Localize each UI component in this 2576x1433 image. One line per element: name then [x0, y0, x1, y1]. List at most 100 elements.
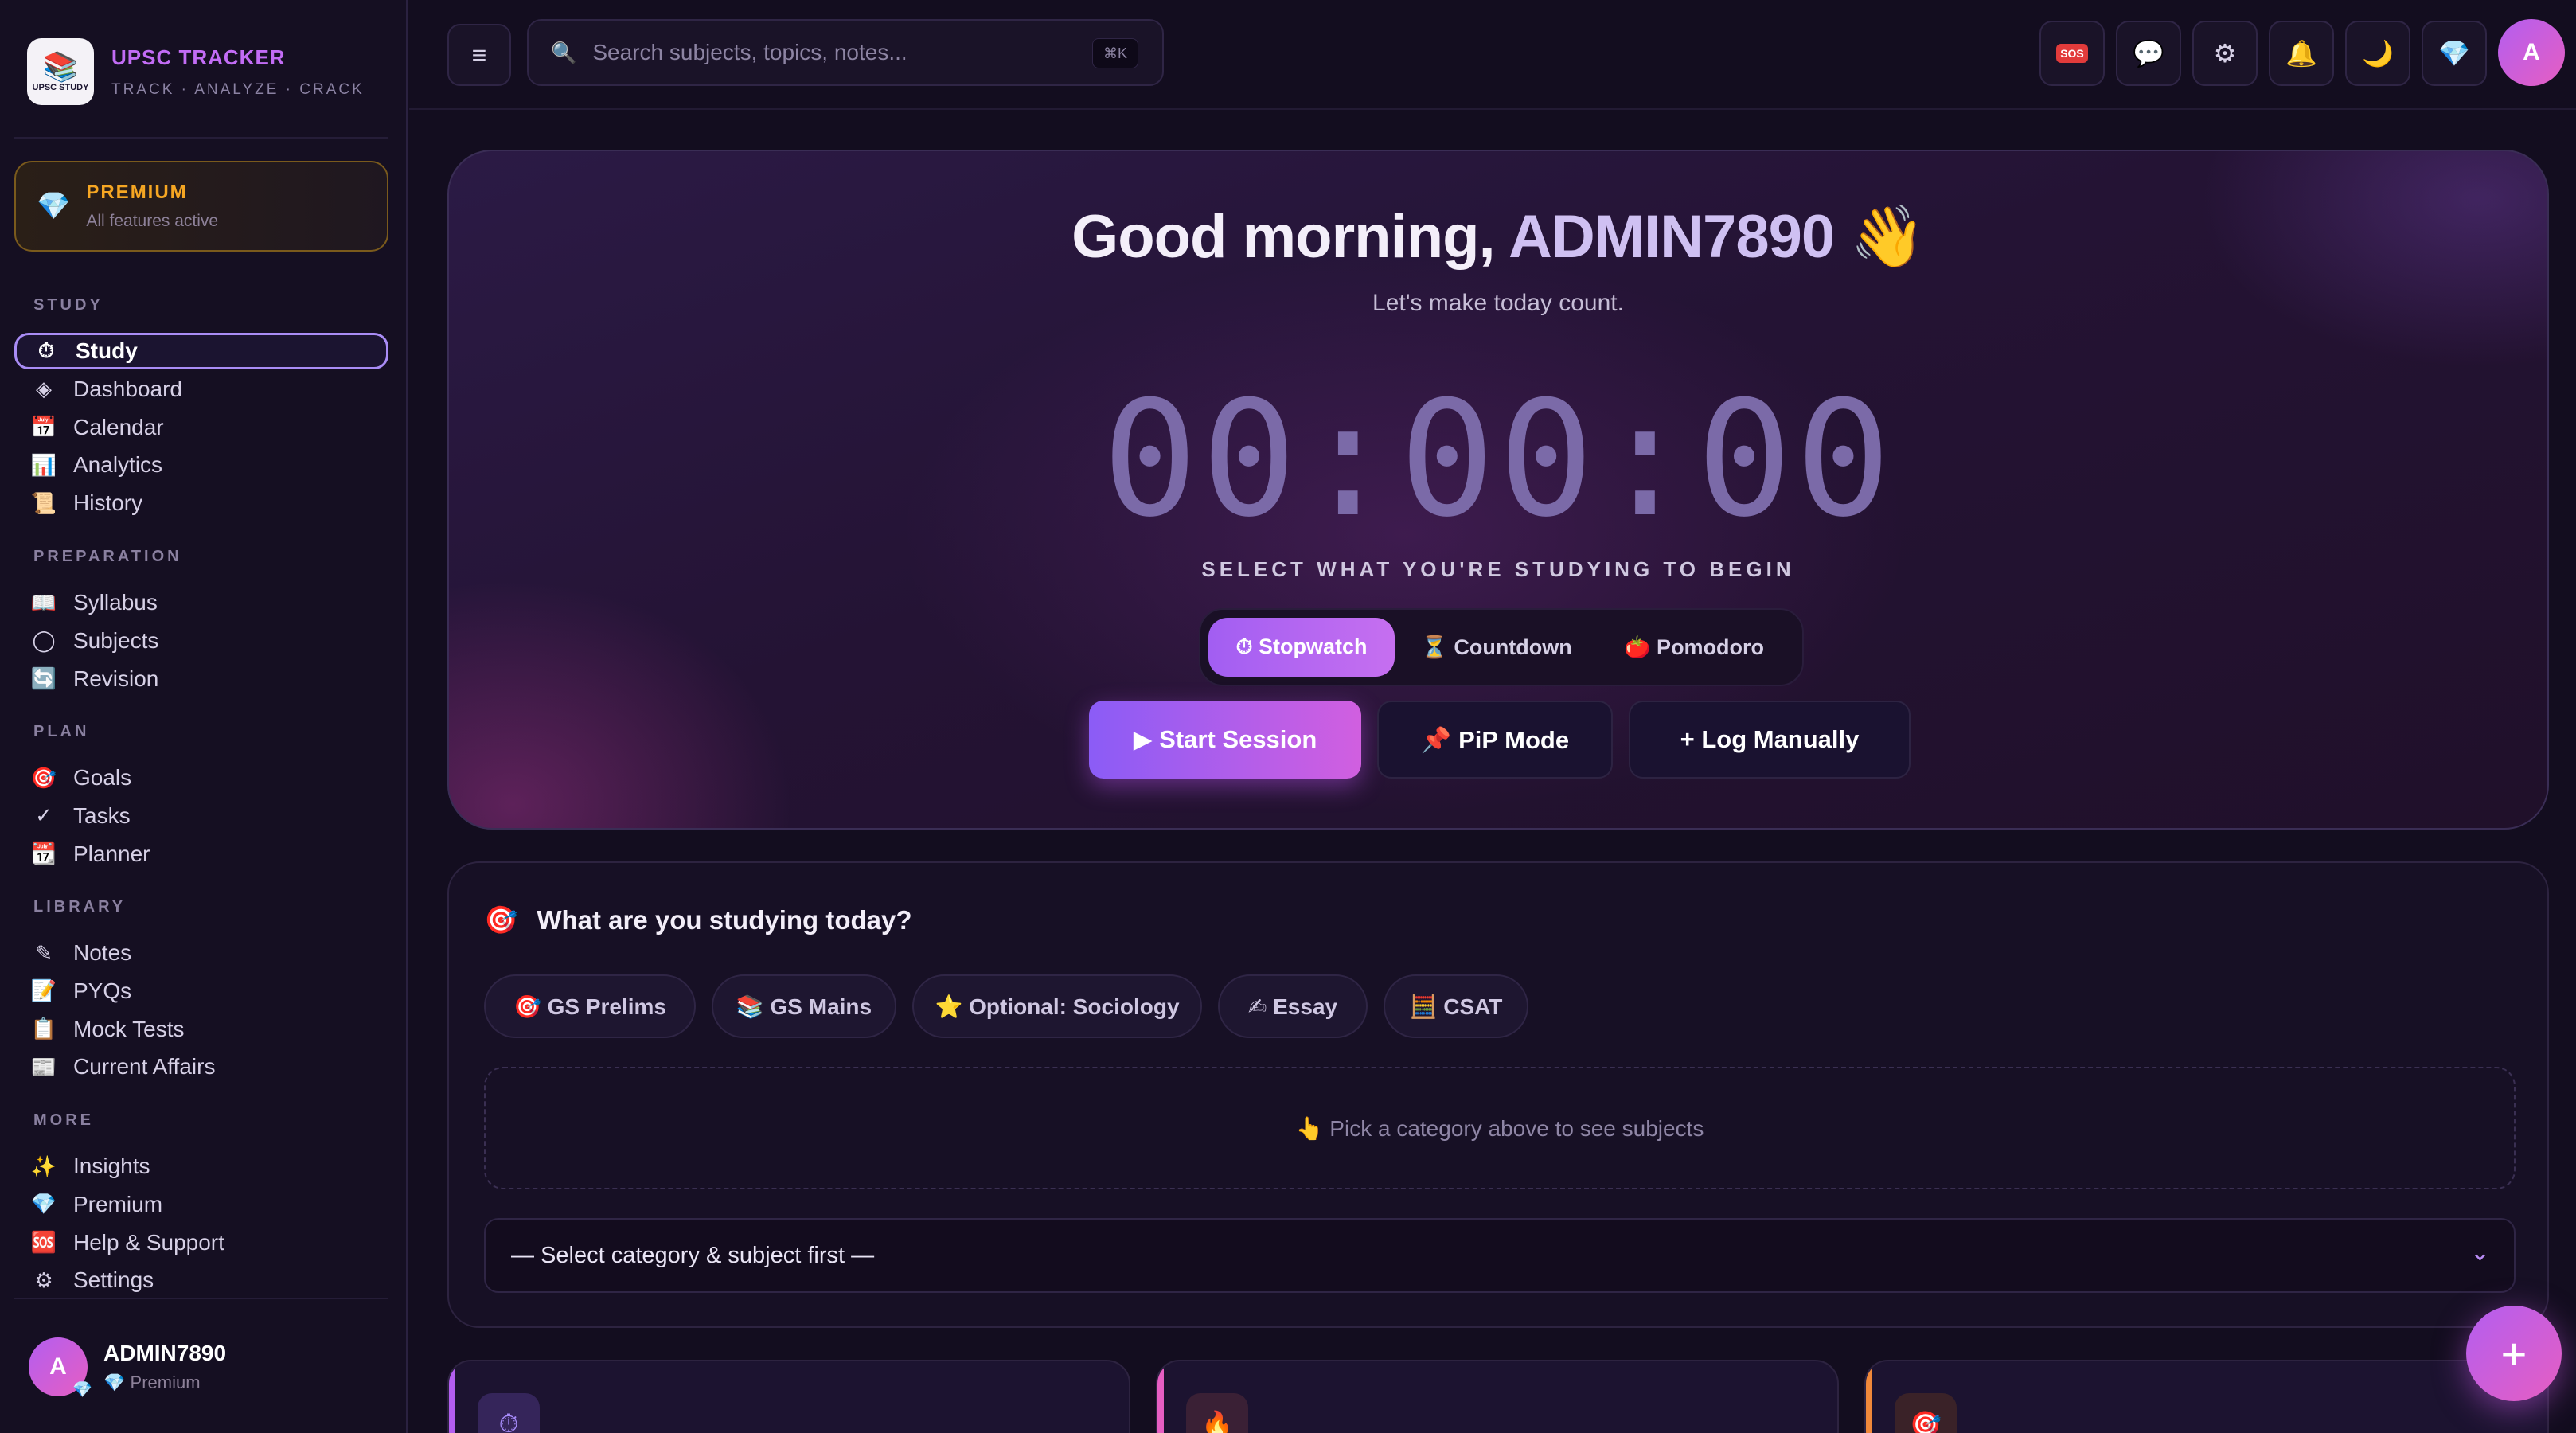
greeting: Good morning, ADMIN7890 👋 [449, 201, 2547, 272]
subject-select[interactable]: — Select category & subject first — ⌄ [484, 1218, 2516, 1293]
sidebar-item-label: Notes [73, 940, 132, 965]
sidebar-item-label: PYQs [73, 978, 132, 1003]
check-icon: ✓ [35, 803, 53, 828]
chat-icon: 💬 [2133, 39, 2164, 68]
sidebar-item-label: Revision [73, 666, 159, 691]
premium-card[interactable]: 💎 PREMIUM All features active [14, 161, 388, 252]
sidebar-item-current-affairs[interactable]: 📰 Current Affairs [14, 1048, 388, 1085]
sidebar: 📚 UPSC STUDY UPSC TRACKER TRACK · ANALYZ… [0, 0, 408, 1433]
sidebar-item-dashboard[interactable]: ◈ Dashboard [14, 371, 388, 408]
brand-title: UPSC TRACKER [111, 45, 286, 69]
user-profile[interactable]: A 💎 ADMIN7890 💎 Premium [29, 1337, 227, 1399]
sidebar-item-label: Syllabus [73, 590, 158, 615]
shortcut-badge: ⌘K [1092, 38, 1138, 68]
sidebar-item-label: Calendar [73, 414, 164, 439]
add-fab-button[interactable]: + [2466, 1306, 2562, 1401]
sidebar-item-calendar[interactable]: 📅 Calendar [14, 409, 388, 446]
wave-icon: 👋 [1850, 203, 1926, 271]
mode-pomodoro[interactable]: 🍅 Pomodoro [1598, 618, 1790, 677]
sidebar-item-settings[interactable]: ⚙ Settings [14, 1262, 388, 1298]
timer-mode-switch: ⏱ Stopwatch ⏳ Countdown 🍅 Pomodoro [1199, 608, 1804, 686]
gem-icon: 💎 [30, 1192, 57, 1216]
sidebar-item-syllabus[interactable]: 📖 Syllabus [14, 584, 388, 621]
stat-card-time: ⏱ [447, 1360, 1130, 1433]
theme-toggle-button[interactable]: 🌙 [2345, 21, 2410, 86]
sidebar-item-subjects[interactable]: ◯ Subjects [14, 623, 388, 659]
menu-button[interactable]: ≡ [447, 24, 511, 86]
sidebar-item-history[interactable]: 📜 History [14, 485, 388, 521]
sidebar-item-label: Subjects [73, 627, 159, 653]
sidebar-item-revision[interactable]: 🔄 Revision [14, 661, 388, 697]
newspaper-icon: 📰 [30, 1054, 57, 1079]
calendar-day-icon: 📆 [30, 841, 57, 866]
sos-button[interactable]: SOS [2039, 21, 2105, 86]
mode-stopwatch[interactable]: ⏱ Stopwatch [1208, 618, 1395, 677]
sidebar-item-tasks[interactable]: ✓ Tasks [14, 798, 388, 834]
avatar-initial: A [2523, 39, 2540, 65]
subjects-placeholder: 👆 Pick a category above to see subjects [484, 1067, 2516, 1189]
sidebar-item-label: Dashboard [73, 376, 182, 401]
stat-card-goal: 🎯 [1864, 1360, 2549, 1433]
sidebar-item-mock-tests[interactable]: 📋 Mock Tests [14, 1011, 388, 1048]
user-plan-label: Premium [130, 1372, 201, 1392]
log-manually-button[interactable]: + Log Manually [1629, 701, 1911, 779]
sidebar-item-label: Goals [73, 765, 132, 790]
mode-countdown[interactable]: ⏳ Countdown [1409, 618, 1584, 677]
dashboard-icon: ◈ [36, 377, 52, 401]
stopwatch-icon: ⏱ [37, 338, 55, 362]
sparkles-icon: ✨ [30, 1154, 57, 1178]
stat-card-streak: 🔥 [1156, 1360, 1839, 1433]
settings-button[interactable]: ⚙ [2192, 21, 2258, 86]
panel-title-text: What are you studying today? [537, 905, 912, 935]
accent-bar [1866, 1361, 1872, 1433]
reading-icon: 📚 [42, 50, 79, 83]
sidebar-item-notes[interactable]: ✎ Notes [14, 935, 388, 971]
chevron-down-icon: ⌄ [2469, 1240, 2490, 1266]
category-optional-sociology[interactable]: ⭐ Optional: Sociology [912, 974, 1202, 1038]
circle-icon: ◯ [32, 628, 56, 653]
book-icon: 📖 [30, 590, 57, 615]
sidebar-item-label: Study [76, 338, 138, 363]
notifications-icon: 🔔 [2285, 39, 2317, 68]
category-gs-prelims[interactable]: 🎯 GS Prelims [484, 974, 696, 1038]
greeting-name: ADMIN7890 [1508, 203, 1835, 271]
sidebar-item-label: Planner [73, 841, 150, 866]
divider [14, 1298, 388, 1299]
category-gs-mains[interactable]: 📚 GS Mains [712, 974, 896, 1038]
category-csat[interactable]: 🧮 CSAT [1384, 974, 1528, 1038]
premium-title: PREMIUM [86, 182, 188, 203]
user-plan: 💎 Premium [103, 1372, 226, 1393]
search-bar[interactable]: 🔍 ⌘K [527, 19, 1164, 86]
brand[interactable]: 📚 UPSC STUDY UPSC TRACKER TRACK · ANALYZ… [27, 38, 365, 105]
chat-button[interactable]: 💬 [2116, 21, 2181, 86]
sidebar-item-label: Mock Tests [73, 1016, 185, 1041]
sidebar-item-study[interactable]: ⏱ Study [14, 333, 388, 369]
search-input[interactable] [592, 40, 1071, 65]
avatar-initial: A [49, 1353, 67, 1380]
sidebar-item-premium[interactable]: 💎 Premium [14, 1186, 388, 1223]
sidebar-item-planner[interactable]: 📆 Planner [14, 836, 388, 873]
search-icon: 🔍 [551, 40, 577, 64]
sidebar-item-label: Current Affairs [73, 1054, 216, 1080]
brand-logo-text: UPSC STUDY [32, 83, 89, 92]
premium-button[interactable]: 💎 [2422, 21, 2487, 86]
notifications-button[interactable]: 🔔 [2269, 21, 2334, 86]
accent-bar [1157, 1361, 1164, 1433]
sidebar-item-label: Tasks [73, 802, 131, 828]
sidebar-item-insights[interactable]: ✨ Insights [14, 1148, 388, 1185]
start-session-button[interactable]: ▶ Start Session [1089, 701, 1361, 779]
divider [14, 137, 388, 139]
premium-icon: 💎 [2438, 39, 2470, 68]
user-name: ADMIN7890 [103, 1341, 227, 1365]
timer-display: 00:00:00 [449, 373, 2547, 548]
sidebar-item-goals[interactable]: 🎯 Goals [14, 759, 388, 796]
target-icon: 🎯 [30, 765, 57, 790]
category-essay[interactable]: ✍ Essay [1218, 974, 1368, 1038]
profile-avatar-button[interactable]: A [2498, 19, 2565, 86]
sidebar-item-label: Insights [73, 1154, 150, 1178]
pip-mode-button[interactable]: 📌 PiP Mode [1377, 701, 1613, 779]
sidebar-item-pyqs[interactable]: 📝 PYQs [14, 973, 388, 1009]
sidebar-item-analytics[interactable]: 📊 Analytics [14, 447, 388, 483]
accent-bar [449, 1361, 455, 1433]
sidebar-item-help-support[interactable]: 🆘 Help & Support [14, 1224, 388, 1261]
